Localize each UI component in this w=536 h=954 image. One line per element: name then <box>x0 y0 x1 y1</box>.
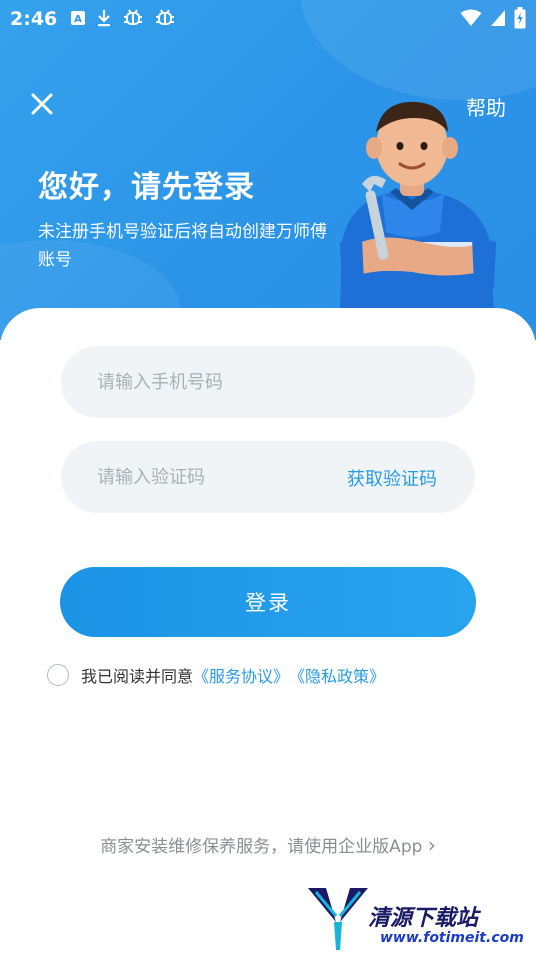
phone-input[interactable] <box>61 370 339 394</box>
code-input[interactable] <box>61 465 339 489</box>
hero-banner: 2:46 A 帮助 您好，请先登录 未注册手机号验证后将自动创建万师傅账号 <box>0 0 536 340</box>
phone-field[interactable] <box>61 346 475 418</box>
bug-icon <box>154 8 176 28</box>
wifi-icon <box>460 9 482 27</box>
code-field[interactable]: 获取验证码 <box>61 441 475 513</box>
page-title: 您好，请先登录 <box>38 170 255 205</box>
agreement-text: 我已阅读并同意 <box>81 667 194 686</box>
mascot-illustration <box>340 101 496 312</box>
agreement-row: 我已阅读并同意 《服务协议》 《隐私政策》 <box>47 663 385 687</box>
status-system-icons <box>460 7 526 29</box>
watermark-name: 清源下载站 <box>368 906 479 931</box>
watermark-logo-icon <box>308 888 368 950</box>
watermark-url: www.fotimeit.com <box>380 930 524 946</box>
close-button[interactable] <box>26 88 58 120</box>
agreement-checkbox[interactable] <box>47 664 69 686</box>
status-time: 2:46 <box>10 8 58 30</box>
svg-text:A: A <box>74 14 82 25</box>
service-agreement-link[interactable]: 《服务协议》 <box>193 663 289 687</box>
bug-icon <box>122 8 144 28</box>
status-bar: 2:46 A <box>0 0 536 40</box>
a-box-icon: A <box>70 10 86 26</box>
battery-icon <box>514 7 526 29</box>
enterprise-app-text: 商家安装维修保养服务，请使用企业版App <box>100 837 423 857</box>
privacy-policy-link[interactable]: 《隐私政策》 <box>289 663 385 687</box>
page-subtitle: 未注册手机号验证后将自动创建万师傅账号 <box>38 222 327 270</box>
status-notification-icons: A <box>70 8 176 28</box>
download-icon <box>96 9 112 27</box>
watermark: 清源下载站 www.fotimeit.com <box>306 880 536 954</box>
enterprise-app-link[interactable]: 商家安装维修保养服务，请使用企业版App › <box>0 832 536 857</box>
chevron-right-icon: › <box>427 833 436 857</box>
signal-icon <box>490 9 506 27</box>
close-icon <box>31 93 53 115</box>
get-code-button[interactable]: 获取验证码 <box>347 465 437 491</box>
login-button[interactable]: 登录 <box>60 567 476 637</box>
